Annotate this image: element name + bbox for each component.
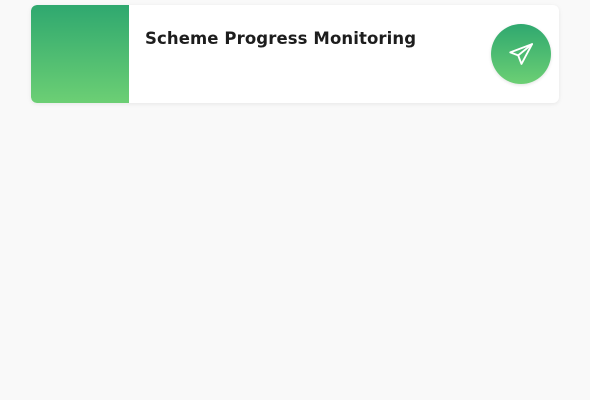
card-thumbnail: [31, 5, 129, 103]
send-icon: [507, 40, 535, 68]
page: Scheme Progress Monitoring: [0, 0, 590, 400]
scheme-card[interactable]: Scheme Progress Monitoring: [31, 5, 559, 103]
send-button[interactable]: [491, 24, 551, 84]
